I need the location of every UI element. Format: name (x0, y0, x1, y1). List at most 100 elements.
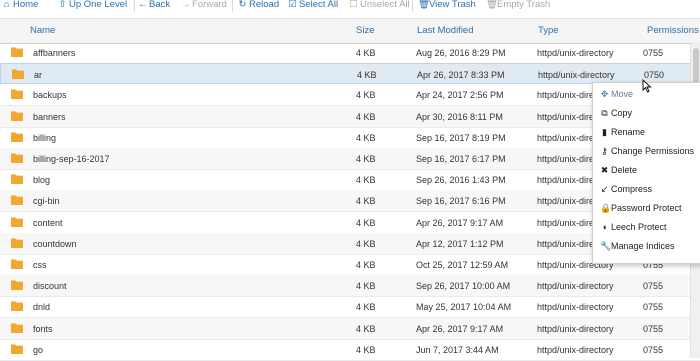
checkbox-empty-icon: ☐ (349, 0, 358, 10)
shield-icon: ◖ (601, 222, 608, 232)
rename-icon: ▮ (602, 127, 607, 137)
file-last-modified: Apr 26, 2017 8:33 PM (417, 70, 505, 81)
table-row[interactable]: go 4 KB Jun 7, 2017 3:44 AM httpd/unix-dire… (0, 339, 700, 361)
folder-icon (11, 216, 23, 227)
forward-arrow-icon: → (181, 0, 191, 10)
context-menu-item-change-permissions[interactable]: ⚷ Change Permissions (600, 144, 694, 158)
file-size: 4 KB (356, 132, 376, 143)
context-menu-item-delete[interactable]: ✖ Delete (600, 163, 637, 177)
context-menu-item-leech-protect[interactable]: ◖ Leech Protect (600, 220, 667, 234)
file-permissions: 0755 (643, 281, 664, 292)
file-size: 4 KB (356, 323, 376, 334)
copy-icon: ⧉ (601, 108, 608, 118)
context-menu-item-move[interactable]: ✥ Move (600, 87, 633, 101)
folder-icon (11, 238, 23, 248)
file-name: dnld (33, 302, 51, 313)
column-header-last-modified[interactable]: Last Modified (417, 25, 474, 36)
context-menu-item-label: Rename (611, 127, 646, 137)
file-name: affbanners (33, 48, 76, 58)
folder-icon (11, 195, 23, 206)
file-size: 4 KB (356, 238, 376, 249)
file-size: 4 KB (356, 281, 376, 292)
context-menu-item-label: Password Protect (611, 203, 682, 213)
table-row[interactable]: fonts 4 KB Apr 26, 2017 9:17 AM httpd/unix-… (0, 317, 700, 340)
delete-icon: ✖ (600, 165, 609, 175)
folder-icon (12, 69, 24, 80)
file-last-modified: Sep 16, 2017 8:19 PM (416, 132, 506, 143)
back-button[interactable]: ← Back (138, 0, 170, 12)
trash-icon: 🗑 (418, 0, 431, 10)
mouse-cursor-icon (642, 79, 652, 93)
column-header-name[interactable]: Name (30, 25, 55, 36)
file-last-modified: Sep 16, 2017 6:16 PM (416, 196, 506, 207)
file-size: 4 KB (356, 344, 376, 355)
folder-icon (11, 322, 23, 333)
folder-icon (11, 344, 23, 354)
context-menu-item-manage-indices[interactable]: 🔧Manage Indices (600, 239, 675, 253)
context-menu-item-label: Copy (611, 108, 633, 118)
file-type: httpd/unix-directory (537, 48, 614, 58)
view-trash-button[interactable]: 🗑View Trash (418, 0, 476, 12)
compress-icon: ↙ (600, 184, 609, 194)
file-name: go (33, 344, 44, 355)
folder-icon (11, 47, 23, 57)
file-last-modified: Jun 7, 2017 3:44 AM (416, 344, 499, 355)
context-menu-item-password-protect[interactable]: 🔒Password Protect (600, 201, 682, 215)
file-name: blog (33, 175, 51, 186)
file-name: discount (33, 281, 67, 292)
empty-trash-button[interactable]: 🗑Empty Trash (486, 0, 550, 12)
checkbox-checked-icon: ☑ (288, 0, 297, 10)
folder-icon (11, 301, 23, 312)
context-menu-item-label: Leech Protect (611, 222, 667, 232)
context-menu-item-label: Delete (611, 165, 638, 175)
file-size: 4 KB (356, 111, 376, 122)
file-size: 4 KB (356, 154, 376, 164)
column-header-type[interactable]: Type (538, 25, 559, 36)
file-name: billing (33, 132, 57, 143)
file-last-modified: Apr 26, 2017 9:17 AM (416, 323, 504, 334)
reload-icon: ↻ (238, 0, 247, 10)
table-row[interactable]: discount 4 KB Sep 26, 2017 10:00 AM httpd/u… (0, 275, 700, 298)
file-name: ar (34, 70, 43, 81)
file-name: billing-sep-16-2017 (33, 154, 110, 164)
file-permissions: 0755 (643, 48, 664, 58)
folder-icon (11, 89, 23, 100)
home-button[interactable]: ⌂ Home (2, 0, 39, 12)
table-row[interactable]: affbanners 4 KB Aug 26, 2016 8:29 PM httpd/… (0, 42, 700, 64)
file-last-modified: Apr 12, 2017 1:12 PM (416, 238, 504, 249)
column-header-size[interactable]: Size (356, 25, 374, 36)
context-menu-item-copy[interactable]: ⧉ Copy (600, 106, 632, 120)
context-menu-item-rename[interactable]: ▮ Rename (600, 125, 645, 139)
up-one-level-button[interactable]: ⇧ Up One Level (58, 0, 128, 12)
file-last-modified: Sep 26, 2016 1:43 PM (416, 175, 506, 186)
context-menu-item-compress[interactable]: ↙ Compress (600, 182, 652, 196)
column-header-permissions[interactable]: Permissions (647, 25, 699, 36)
file-size: 4 KB (356, 48, 376, 58)
context-menu: ✥ Move ⧉ Copy ▮ Rename ⚷ Change Permissions ✖ Del… (592, 82, 700, 264)
file-size: 4 KB (357, 70, 377, 81)
file-type: httpd/unix-directory (537, 281, 614, 292)
file-size: 4 KB (356, 302, 376, 313)
file-size: 4 KB (356, 175, 376, 186)
folder-icon (11, 132, 23, 142)
move-icon: ✥ (600, 89, 609, 99)
file-last-modified: Oct 25, 2017 12:59 AM (416, 260, 509, 270)
file-name: css (33, 260, 47, 270)
folder-icon (11, 153, 23, 163)
file-name: countdown (33, 238, 77, 249)
select-all-button[interactable]: ☑ Select All (288, 0, 338, 12)
forward-button[interactable]: → Forward (181, 0, 227, 12)
unselect-all-button[interactable]: ☐ Unselect All (349, 0, 409, 12)
trash-empty-icon: 🗑 (486, 0, 499, 10)
table-header: Name Size Last Modified Type Permissions (0, 18, 700, 44)
file-last-modified: Sep 26, 2017 10:00 AM (416, 281, 511, 292)
toolbar: ⌂ Home ⇧ Up One Level ← Back → Forward ↻ Relo… (0, 0, 700, 16)
reload-button[interactable]: ↻ Reload (238, 0, 280, 12)
lock-icon: 🔒 (600, 203, 612, 213)
context-menu-item-label: Move (611, 89, 634, 99)
table-row[interactable]: dnld 4 KB May 25, 2017 10:04 AM httpd/unix-… (0, 296, 700, 319)
file-permissions: 0755 (643, 302, 664, 313)
file-type: httpd/unix-directory (537, 344, 614, 355)
file-last-modified: May 25, 2017 10:04 AM (416, 302, 512, 313)
context-menu-item-label: Change Permissions (611, 146, 695, 156)
